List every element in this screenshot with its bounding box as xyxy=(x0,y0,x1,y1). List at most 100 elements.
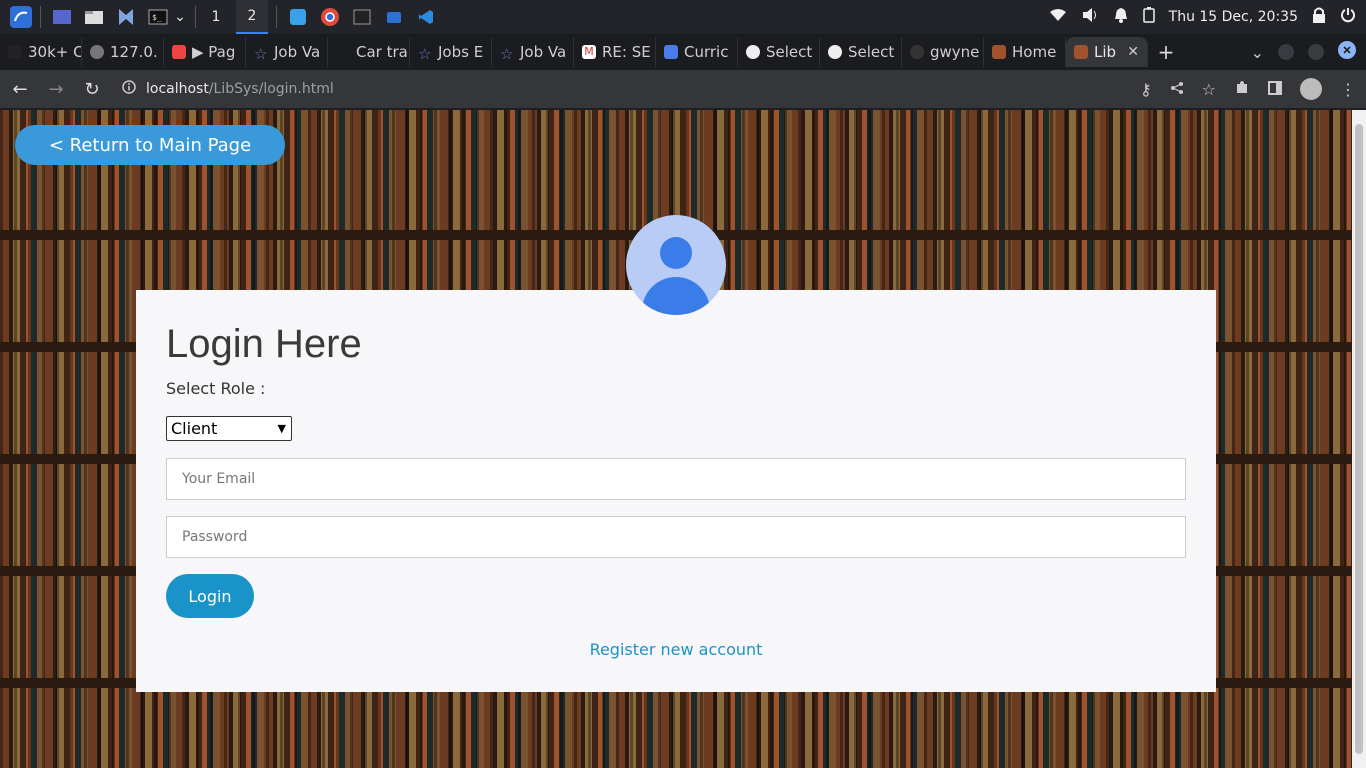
bookmark-star-icon[interactable]: ☆ xyxy=(1202,80,1216,99)
page-title: Login Here xyxy=(166,322,362,366)
star-icon: ☆ xyxy=(418,45,432,63)
back-arrow-icon[interactable]: ← xyxy=(4,73,36,105)
github-icon xyxy=(910,45,924,59)
tab-label: Car tra xyxy=(356,43,408,61)
browser-tab[interactable]: M RE: SE xyxy=(574,37,656,67)
address-bar[interactable]: localhost/LibSys/login.html xyxy=(122,80,334,98)
browser-tab[interactable]: 30k+ C xyxy=(0,37,82,67)
share-icon[interactable] xyxy=(1170,80,1184,99)
close-tab-icon[interactable]: ✕ xyxy=(1127,44,1139,60)
site-icon xyxy=(1074,45,1088,59)
password-placeholder: Password xyxy=(182,529,248,545)
vscode-icon[interactable] xyxy=(415,6,437,28)
chrome-icon[interactable] xyxy=(319,6,341,28)
tab-label: Lib xyxy=(1094,43,1117,61)
new-tab-button[interactable]: + xyxy=(1148,40,1184,64)
tab-label: Home xyxy=(1012,43,1057,61)
email-placeholder: Your Email xyxy=(182,471,256,487)
login-button[interactable]: Login xyxy=(166,574,254,618)
terminal-window-icon[interactable] xyxy=(351,6,373,28)
page-scrollbar[interactable] xyxy=(1352,110,1366,768)
browser-tab[interactable]: Select xyxy=(738,37,820,67)
docs-icon xyxy=(664,45,678,59)
close-window-icon[interactable] xyxy=(1338,41,1356,63)
tab-label: Curric xyxy=(684,43,729,61)
password-field[interactable]: Password xyxy=(166,516,1186,558)
browser-tab[interactable]: Select xyxy=(820,37,902,67)
return-main-button[interactable]: < Return to Main Page xyxy=(15,125,285,165)
site-icon xyxy=(992,45,1006,59)
svg-text:$_: $_ xyxy=(152,13,162,22)
tab-label: Select xyxy=(766,43,813,61)
profile-avatar[interactable] xyxy=(1300,78,1322,100)
metasploit-icon[interactable] xyxy=(115,6,137,28)
browser-tab[interactable]: Home xyxy=(984,37,1066,67)
browser-tab[interactable]: Curric xyxy=(656,37,738,67)
tab-label: Select xyxy=(848,43,895,61)
figma-icon xyxy=(172,45,186,59)
url-host: localhost xyxy=(146,81,209,97)
tab-label: gwyne xyxy=(930,43,980,61)
desktop-icon[interactable] xyxy=(51,6,73,28)
extensions-icon[interactable] xyxy=(1234,79,1250,99)
tab-label: Jobs E xyxy=(438,43,484,61)
chevron-down-icon[interactable]: ⌄ xyxy=(1251,43,1264,62)
notification-bell-icon[interactable] xyxy=(1113,7,1129,27)
sidepanel-icon[interactable] xyxy=(1268,80,1282,99)
globe-icon xyxy=(828,45,842,59)
globe-icon xyxy=(746,45,760,59)
forward-arrow-icon[interactable]: → xyxy=(40,73,72,105)
role-selected-value: Client xyxy=(171,419,218,438)
browser-tab-strip: 30k+ C 127.0. ▶ Pag ☆ Job Va Car tra ☆ Job… xyxy=(0,34,1366,70)
lock-icon[interactable] xyxy=(1312,7,1326,27)
workspace-1[interactable]: 1 xyxy=(200,0,232,34)
url-path: /LibSys/login.html xyxy=(208,81,334,97)
role-select[interactable]: Client ▼ xyxy=(166,416,292,441)
clock[interactable]: Thu 15 Dec, 20:35 xyxy=(1169,9,1298,25)
browser-tab[interactable]: ▶ Pag xyxy=(164,37,246,67)
system-taskbar: $_ ⌄ 1 2 Thu 15 Dec, 20:35 xyxy=(0,0,1366,34)
login-card: Login Here Select Role : Client ▼ Your E… xyxy=(136,290,1216,692)
taskbar-separator xyxy=(40,6,41,28)
globe-icon xyxy=(90,45,104,59)
screenshot-tool-icon[interactable] xyxy=(383,6,405,28)
role-label: Select Role : xyxy=(166,379,266,398)
file-manager-icon[interactable] xyxy=(83,6,105,28)
chevron-down-icon: ▼ xyxy=(277,422,286,435)
browser-tab[interactable]: ☆ Jobs E xyxy=(410,37,492,67)
email-field[interactable]: Your Email xyxy=(166,458,1186,500)
browser-tab[interactable]: gwyne xyxy=(902,37,984,67)
browser-tab[interactable]: 127.0. xyxy=(82,37,164,67)
register-link[interactable]: Register new account xyxy=(136,640,1216,659)
workspace-2[interactable]: 2 xyxy=(236,0,268,34)
key-icon[interactable]: ⚷ xyxy=(1140,80,1152,99)
scrollbar-thumb[interactable] xyxy=(1355,124,1363,754)
taskbar-separator xyxy=(276,6,277,28)
info-icon[interactable] xyxy=(122,80,136,98)
register-label[interactable]: Register new account xyxy=(590,640,763,659)
app-window-icon[interactable] xyxy=(287,6,309,28)
browser-tab[interactable]: ☆ Job Va xyxy=(492,37,574,67)
maximize-button[interactable] xyxy=(1308,44,1324,60)
browser-toolbar: ← → ↻ localhost/LibSys/login.html ⚷ ☆ ⋮ xyxy=(0,70,1366,108)
tab-label: RE: SE xyxy=(602,43,651,61)
browser-tab[interactable]: ☆ Job Va xyxy=(246,37,328,67)
avatar-body xyxy=(642,277,710,315)
terminal-icon[interactable]: $_ xyxy=(147,6,169,28)
tab-label: Job Va xyxy=(274,43,321,61)
browser-tab-active[interactable]: Lib ✕ xyxy=(1066,37,1148,67)
browser-tab[interactable]: Car tra xyxy=(328,37,410,67)
star-icon: ☆ xyxy=(500,45,514,63)
volume-icon[interactable] xyxy=(1081,7,1099,27)
github-cat-icon xyxy=(8,45,22,59)
power-icon[interactable] xyxy=(1340,7,1356,27)
tab-label: Job Va xyxy=(520,43,567,61)
kebab-menu-icon[interactable]: ⋮ xyxy=(1340,80,1356,99)
reload-icon[interactable]: ↻ xyxy=(76,73,108,105)
chevron-down-icon[interactable]: ⌄ xyxy=(173,6,187,28)
kali-menu-icon[interactable] xyxy=(10,6,32,28)
battery-icon[interactable] xyxy=(1142,7,1155,27)
wifi-icon[interactable] xyxy=(1049,8,1067,26)
gmail-icon: M xyxy=(582,45,596,59)
minimize-button[interactable] xyxy=(1278,44,1294,60)
